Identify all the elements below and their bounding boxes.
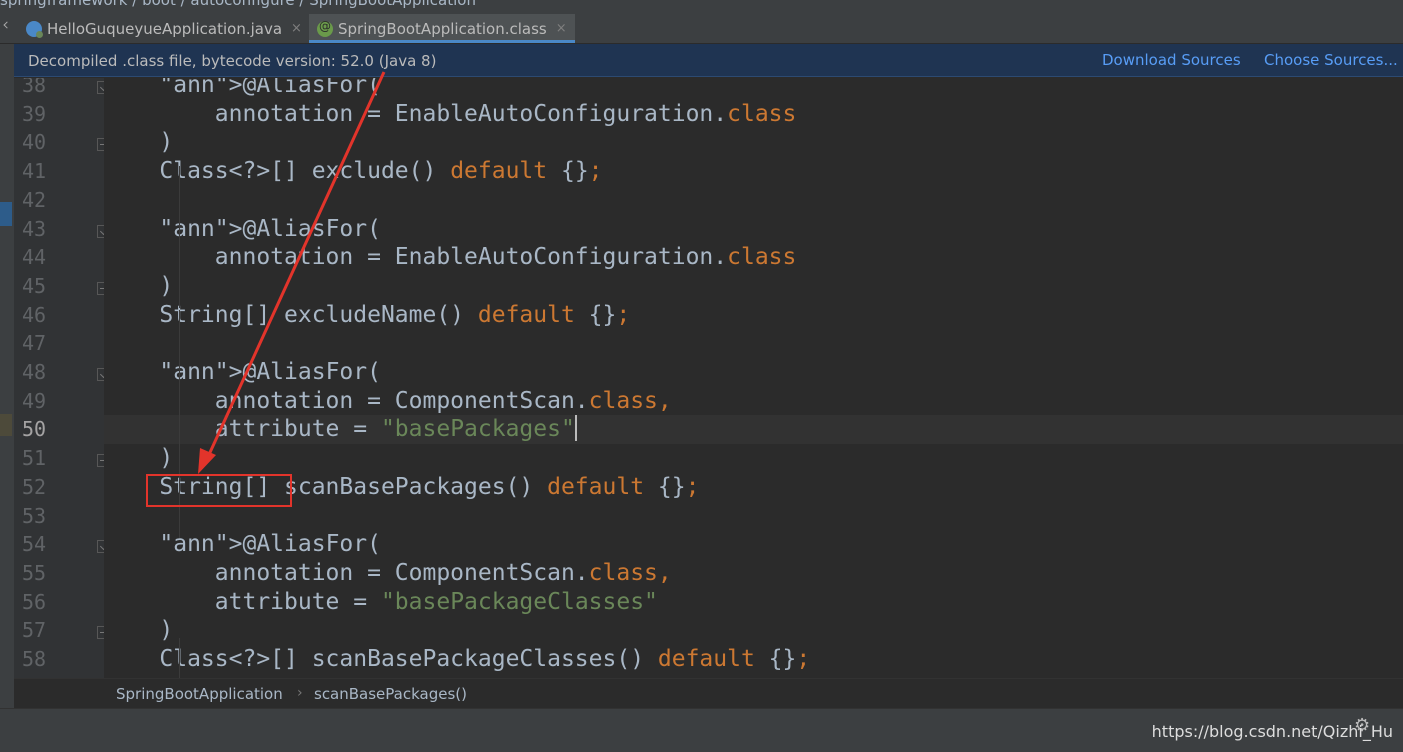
status-bar: ⚙ https://blog.csdn.net/Qizhi_Hu	[0, 708, 1403, 752]
code-text: attribute = "basePackageClasses"	[104, 588, 658, 615]
fold-marker-icon[interactable]	[97, 626, 104, 640]
watermark: https://blog.csdn.net/Qizhi_Hu	[1151, 722, 1393, 741]
line-number: 56	[22, 589, 47, 614]
code-editor[interactable]: "ann">@AliasFor( annotation = EnableAuto…	[104, 78, 1403, 678]
line-number: 42	[22, 187, 47, 212]
indent-guide	[179, 638, 180, 678]
code-text: attribute = "basePackages"	[104, 415, 577, 443]
close-tab-icon[interactable]: ×	[291, 21, 302, 36]
line-number: 45	[22, 273, 47, 298]
fold-marker-icon[interactable]	[97, 224, 104, 238]
code-line[interactable]: )	[104, 272, 1403, 301]
tab-label: HelloGuqueyueApplication.java	[47, 19, 283, 38]
line-number: 53	[22, 503, 47, 528]
fold-marker-icon[interactable]	[97, 368, 104, 381]
tab-scroll-arrow-icon[interactable]	[3, 21, 11, 29]
code-text: )	[104, 445, 174, 472]
annotation-class-icon	[317, 19, 333, 37]
line-number: 40	[22, 130, 47, 155]
line-number: 49	[22, 388, 47, 413]
java-class-icon	[26, 20, 43, 38]
fold-marker-icon[interactable]	[97, 540, 104, 554]
code-line[interactable]: "ann">@AliasFor(	[104, 78, 1403, 100]
line-number: 44	[22, 245, 47, 270]
tab-hello-guqueyue-application[interactable]: HelloGuqueyueApplication.java ×	[26, 14, 302, 43]
top-breadcrumb-strip: springframework / boot / autoconfigure /…	[0, 0, 1403, 14]
line-number: 58	[22, 647, 47, 671]
fold-marker-icon[interactable]	[97, 454, 104, 468]
top-breadcrumb: springframework / boot / autoconfigure /…	[0, 0, 476, 9]
code-text: )	[104, 272, 174, 299]
code-line[interactable]: annotation = EnableAutoConfiguration.cla…	[104, 243, 1403, 272]
code-text: String[] scanBasePackages() default {};	[104, 473, 700, 500]
code-line[interactable]: attribute = "basePackageClasses"	[104, 588, 1403, 617]
code-line[interactable]: String[] scanBasePackages() default {};	[104, 473, 1403, 502]
breadcrumb-method[interactable]: scanBasePackages()	[314, 685, 467, 703]
code-text: "ann">@AliasFor(	[159, 78, 381, 98]
tool-window-marker[interactable]	[0, 202, 12, 226]
line-number: 41	[22, 159, 47, 184]
code-breadcrumb-bar: SpringBootApplication › scanBasePackages…	[14, 678, 1403, 709]
code-text: annotation = ComponentScan.class,	[104, 387, 672, 414]
line-number: 54	[22, 532, 47, 557]
fold-marker-icon[interactable]	[97, 138, 104, 152]
code-text: )	[104, 617, 174, 644]
line-number: 46	[22, 302, 47, 327]
breadcrumb-class[interactable]: SpringBootApplication	[116, 685, 283, 703]
code-line[interactable]: )	[104, 444, 1403, 473]
text-caret	[574, 415, 577, 442]
code-line[interactable]: annotation = ComponentScan.class,	[104, 559, 1403, 588]
code-text: "ann">@AliasFor(	[159, 531, 381, 558]
code-text: )	[104, 129, 174, 156]
close-tab-icon[interactable]: ×	[556, 21, 567, 36]
code-text: "ann">@AliasFor(	[159, 359, 381, 385]
line-number: 55	[22, 560, 47, 585]
code-line[interactable]: )	[104, 128, 1403, 157]
line-number: 47	[22, 331, 47, 356]
code-text: String[] excludeName() default {};	[104, 301, 631, 328]
code-line[interactable]: annotation = ComponentScan.class,	[104, 387, 1403, 416]
tool-window-marker[interactable]	[0, 414, 12, 436]
line-number-gutter[interactable]: 38 39 40 41 42 43 44 45 46 47 48 49 50 51 52 53 54 55 56 57…	[14, 78, 104, 678]
fold-marker-icon[interactable]	[97, 281, 104, 295]
code-line[interactable]: )	[104, 616, 1403, 645]
code-line[interactable]	[104, 186, 1403, 215]
code-line[interactable]: attribute = "basePackages"	[104, 415, 1403, 445]
line-number: 38	[22, 78, 47, 97]
decompiled-notification-bar: Decompiled .class file, bytecode version…	[14, 44, 1403, 77]
line-number: 50	[22, 417, 47, 442]
code-line[interactable]: String[] excludeName() default {};	[104, 301, 1403, 330]
code-line[interactable]: "ann">@AliasFor(	[104, 358, 1403, 387]
active-tab-indicator	[309, 40, 575, 43]
line-number: 52	[22, 474, 47, 499]
line-number: 48	[22, 360, 47, 384]
code-text: annotation = EnableAutoConfiguration.cla…	[104, 244, 797, 271]
code-text: annotation = EnableAutoConfiguration.cla…	[104, 100, 797, 127]
code-line[interactable]: "ann">@AliasFor(	[104, 215, 1403, 244]
line-number: 43	[22, 216, 47, 241]
editor-tab-bar: HelloGuqueyueApplication.java × SpringBo…	[0, 14, 1403, 44]
notification-message: Decompiled .class file, bytecode version…	[28, 52, 437, 70]
indent-guide	[179, 310, 180, 538]
left-tool-strip	[0, 44, 14, 708]
code-text: Class<?>[] scanBasePackageClasses() defa…	[104, 646, 811, 672]
code-line[interactable]	[104, 502, 1403, 531]
fold-marker-icon[interactable]	[97, 81, 104, 94]
code-line[interactable]: annotation = EnableAutoConfiguration.cla…	[104, 100, 1403, 129]
line-number: 39	[22, 101, 47, 126]
tab-label: SpringBootApplication.class	[338, 19, 547, 38]
code-text: "ann">@AliasFor(	[159, 215, 381, 242]
code-line[interactable]: "ann">@AliasFor(	[104, 530, 1403, 559]
tab-spring-boot-application[interactable]: SpringBootApplication.class ×	[309, 14, 575, 43]
choose-sources-link[interactable]: Choose Sources...	[1264, 51, 1398, 69]
code-line[interactable]: Class<?>[] scanBasePackageClasses() defa…	[104, 645, 1403, 674]
code-text: annotation = ComponentScan.class,	[104, 559, 672, 586]
code-line[interactable]: Class<?>[] exclude() default {};	[104, 157, 1403, 186]
code-line[interactable]	[104, 329, 1403, 358]
breadcrumb-separator-icon: ›	[297, 685, 303, 701]
download-sources-link[interactable]: Download Sources	[1102, 51, 1241, 69]
line-number: 51	[22, 446, 47, 471]
indent-guide	[179, 166, 180, 308]
line-number: 57	[22, 618, 47, 643]
